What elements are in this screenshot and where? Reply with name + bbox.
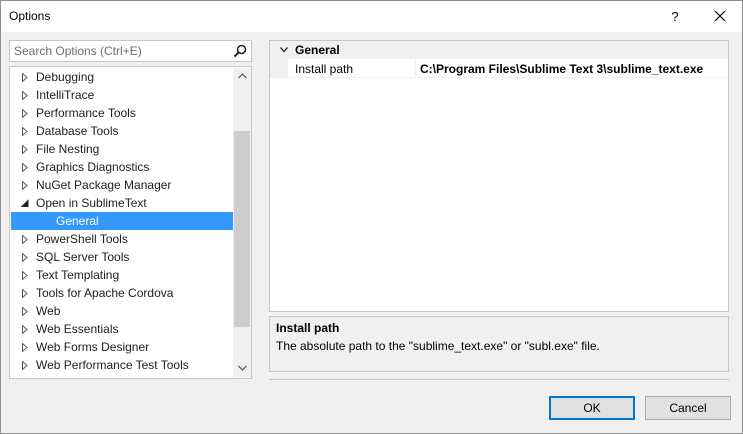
tree-item-label: Web Performance Test Tools bbox=[36, 358, 189, 372]
description-title: Install path bbox=[276, 321, 340, 335]
expand-arrow-icon[interactable] bbox=[21, 181, 29, 190]
tree-item[interactable]: PowerShell Tools bbox=[11, 230, 233, 248]
search-input[interactable] bbox=[10, 41, 228, 61]
tree-item-label: Web Forms Designer bbox=[36, 340, 150, 354]
tree-item-label: PowerShell Tools bbox=[36, 232, 128, 246]
scroll-down-button[interactable] bbox=[233, 360, 251, 377]
expand-arrow-icon[interactable] bbox=[21, 235, 29, 244]
divider bbox=[269, 379, 729, 380]
search-icon[interactable] bbox=[233, 44, 247, 58]
tree-item[interactable]: Tools for Apache Cordova bbox=[11, 284, 233, 302]
tree-item[interactable]: Web Forms Designer bbox=[11, 338, 233, 356]
tree-item-label: Web bbox=[36, 304, 61, 318]
tree-item[interactable]: Open in SublimeText bbox=[11, 194, 233, 212]
tree-item[interactable]: Web bbox=[11, 302, 233, 320]
ok-button[interactable]: OK bbox=[549, 396, 635, 420]
category-label: General bbox=[295, 43, 340, 57]
tree-list: Debugging IntelliTrace Performance Tools Da… bbox=[11, 68, 233, 377]
search-box bbox=[9, 40, 252, 62]
tree-item[interactable]: General bbox=[11, 212, 233, 230]
tree-item[interactable]: Web Essentials bbox=[11, 320, 233, 338]
tree-scrollbar[interactable] bbox=[233, 68, 251, 377]
close-icon bbox=[714, 10, 726, 22]
category-row-general[interactable]: General bbox=[270, 41, 728, 59]
tree-item[interactable]: Debugging bbox=[11, 68, 233, 86]
options-dialog: Options ? Debugging IntelliTrace Performan… bbox=[0, 0, 743, 434]
expand-arrow-icon[interactable] bbox=[21, 271, 29, 280]
expand-arrow-icon[interactable] bbox=[21, 325, 29, 334]
help-button[interactable]: ? bbox=[663, 6, 687, 28]
expand-arrow-icon[interactable] bbox=[21, 73, 29, 82]
chevron-up-icon bbox=[237, 73, 247, 79]
tree-item-label: File Nesting bbox=[36, 142, 100, 156]
expanded-arrow-icon[interactable] bbox=[21, 199, 29, 208]
description-panel: Install path The absolute path to the "s… bbox=[269, 316, 729, 372]
tree-item[interactable]: Web Performance Test Tools bbox=[11, 356, 233, 374]
property-value-field[interactable]: C:\Program Files\Sublime Text 3\sublime_… bbox=[420, 62, 703, 76]
tree-item[interactable]: Windows Forms Designer bbox=[11, 374, 233, 377]
tree-item[interactable]: IntelliTrace bbox=[11, 86, 233, 104]
tree-item-label: Graphics Diagnostics bbox=[36, 160, 150, 174]
description-text: The absolute path to the "sublime_text.e… bbox=[276, 339, 600, 353]
tree-item[interactable]: Performance Tools bbox=[11, 104, 233, 122]
tree-item-label: Database Tools bbox=[36, 124, 119, 138]
tree-item-label: Windows Forms Designer bbox=[36, 374, 173, 377]
tree-item-label: Text Templating bbox=[36, 268, 120, 282]
scroll-thumb[interactable] bbox=[234, 131, 250, 327]
expand-arrow-icon[interactable] bbox=[21, 163, 29, 172]
title-bar: Options ? bbox=[1, 1, 742, 32]
expand-arrow-icon[interactable] bbox=[21, 289, 29, 298]
tree-item[interactable]: SQL Server Tools bbox=[11, 248, 233, 266]
tree-item-label: Performance Tools bbox=[36, 106, 136, 120]
scroll-up-button[interactable] bbox=[233, 68, 251, 85]
tree-item-label: SQL Server Tools bbox=[36, 250, 130, 264]
tree-item[interactable]: File Nesting bbox=[11, 140, 233, 158]
property-name: Install path bbox=[295, 62, 354, 76]
tree-item-label: Web Essentials bbox=[36, 322, 119, 336]
tree-item-label: Debugging bbox=[36, 70, 95, 84]
tree-item-label: Tools for Apache Cordova bbox=[36, 286, 174, 300]
expand-arrow-icon[interactable] bbox=[21, 253, 29, 262]
expand-arrow-icon[interactable] bbox=[21, 307, 29, 316]
expand-arrow-icon[interactable] bbox=[21, 343, 29, 352]
expand-arrow-icon[interactable] bbox=[21, 145, 29, 154]
dialog-title: Options bbox=[9, 9, 51, 23]
tree-item[interactable]: NuGet Package Manager bbox=[11, 176, 233, 194]
chevron-down-icon bbox=[237, 365, 247, 371]
tree-item[interactable]: Text Templating bbox=[11, 266, 233, 284]
property-gutter bbox=[270, 59, 288, 78]
tree-item-label: General bbox=[56, 214, 99, 228]
tree-item-label: IntelliTrace bbox=[36, 88, 95, 102]
tree-item[interactable]: Database Tools bbox=[11, 122, 233, 140]
expand-arrow-icon[interactable] bbox=[21, 127, 29, 136]
expand-arrow-icon[interactable] bbox=[21, 109, 29, 118]
column-splitter[interactable] bbox=[415, 59, 416, 78]
cancel-button[interactable]: Cancel bbox=[645, 396, 731, 420]
tree-item-label: Open in SublimeText bbox=[36, 196, 147, 210]
property-grid: General Install path C:\Program Files\Su… bbox=[269, 40, 729, 312]
property-row-install-path[interactable]: Install path C:\Program Files\Sublime Te… bbox=[270, 59, 728, 78]
tree-item-label: NuGet Package Manager bbox=[36, 178, 172, 192]
expand-arrow-icon[interactable] bbox=[21, 361, 29, 370]
expand-arrow-icon[interactable] bbox=[21, 91, 29, 100]
tree-item[interactable]: Graphics Diagnostics bbox=[11, 158, 233, 176]
collapse-arrow-icon[interactable] bbox=[280, 47, 288, 53]
close-button[interactable] bbox=[705, 5, 735, 29]
options-tree: Debugging IntelliTrace Performance Tools Da… bbox=[9, 66, 252, 379]
